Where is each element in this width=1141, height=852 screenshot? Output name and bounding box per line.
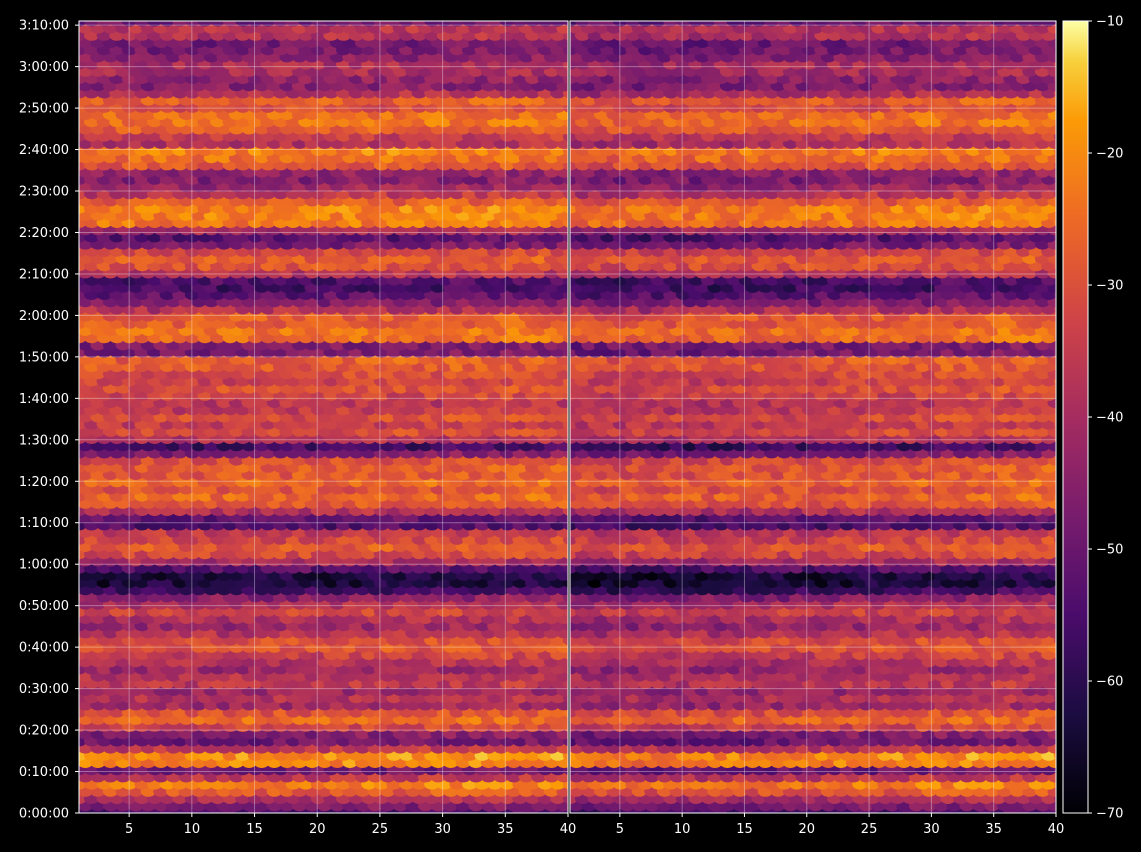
- hexbin-cells-left: [79, 21, 568, 813]
- heatmap-panel-right: [570, 21, 1056, 813]
- hexbin-chart-figure: 0:00:000:10:000:20:000:30:000:40:000:50:…: [19, 15, 1124, 838]
- heatmap-panel-left: [79, 21, 568, 813]
- hexbin-cells-right: [570, 21, 1056, 813]
